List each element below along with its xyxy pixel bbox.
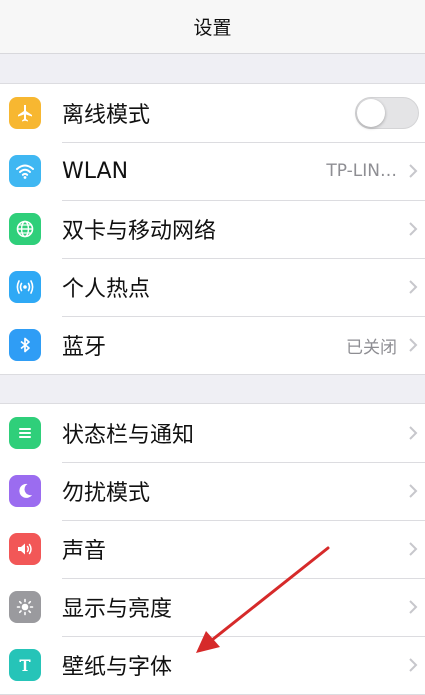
chevron-right-icon [409, 658, 418, 672]
font-t-icon [9, 649, 41, 681]
settings-row-label: 蓝牙 [62, 335, 107, 360]
bluetooth-status-value: 已关闭 [346, 337, 397, 358]
settings-row-display-brightness[interactable]: 显示与亮度 [0, 578, 425, 636]
brightness-icon [9, 591, 41, 623]
toggle-knob [357, 99, 385, 127]
moon-icon [9, 475, 41, 507]
page-title: 设置 [193, 17, 232, 39]
chevron-right-icon [409, 484, 418, 498]
chevron-right-icon [409, 280, 418, 294]
settings-row-label: 双卡与移动网络 [62, 219, 217, 244]
settings-row-wallpaper-font[interactable]: 壁纸与字体 [0, 636, 425, 694]
list-icon [9, 417, 41, 449]
settings-row-bluetooth[interactable]: 蓝牙 已关闭 [0, 316, 425, 374]
wlan-network-value: TP-LIN… [326, 161, 397, 181]
settings-row-label: 壁纸与字体 [62, 655, 173, 680]
wifi-icon [9, 155, 41, 187]
settings-row-dual-sim[interactable]: 双卡与移动网络 [0, 200, 425, 258]
airplane-mode-toggle[interactable] [355, 97, 419, 129]
settings-row-label: WLAN [62, 158, 129, 184]
settings-row-airplane-mode[interactable]: 离线模式 [0, 84, 425, 142]
settings-row-wlan[interactable]: WLAN TP-LIN… [0, 142, 425, 200]
chevron-right-icon [409, 338, 418, 352]
settings-row-label: 状态栏与通知 [62, 423, 195, 448]
globe-icon [9, 213, 41, 245]
settings-row-label: 显示与亮度 [62, 597, 173, 622]
hotspot-icon [9, 271, 41, 303]
settings-row-hotspot[interactable]: 个人热点 [0, 258, 425, 316]
settings-group-personalization: 状态栏与通知 勿扰模式 声音 显示与亮度 壁纸与字体 [0, 403, 425, 695]
chevron-right-icon [409, 542, 418, 556]
chevron-right-icon [409, 426, 418, 440]
settings-group-connectivity: 离线模式 WLAN TP-LIN… 双卡与移动网络 个人热点 蓝牙 已关闭 [0, 83, 425, 375]
settings-row-label: 声音 [62, 539, 107, 564]
settings-row-status-bar[interactable]: 状态栏与通知 [0, 404, 425, 462]
nav-bar: 设置 [0, 0, 425, 54]
bluetooth-icon [9, 329, 41, 361]
chevron-right-icon [409, 222, 418, 236]
settings-row-label: 离线模式 [62, 103, 151, 128]
settings-row-sound[interactable]: 声音 [0, 520, 425, 578]
speaker-icon [9, 533, 41, 565]
chevron-right-icon [409, 600, 418, 614]
airplane-icon [9, 97, 41, 129]
chevron-right-icon [409, 164, 418, 178]
settings-row-label: 个人热点 [62, 277, 151, 302]
settings-row-do-not-disturb[interactable]: 勿扰模式 [0, 462, 425, 520]
settings-row-label: 勿扰模式 [62, 481, 151, 506]
